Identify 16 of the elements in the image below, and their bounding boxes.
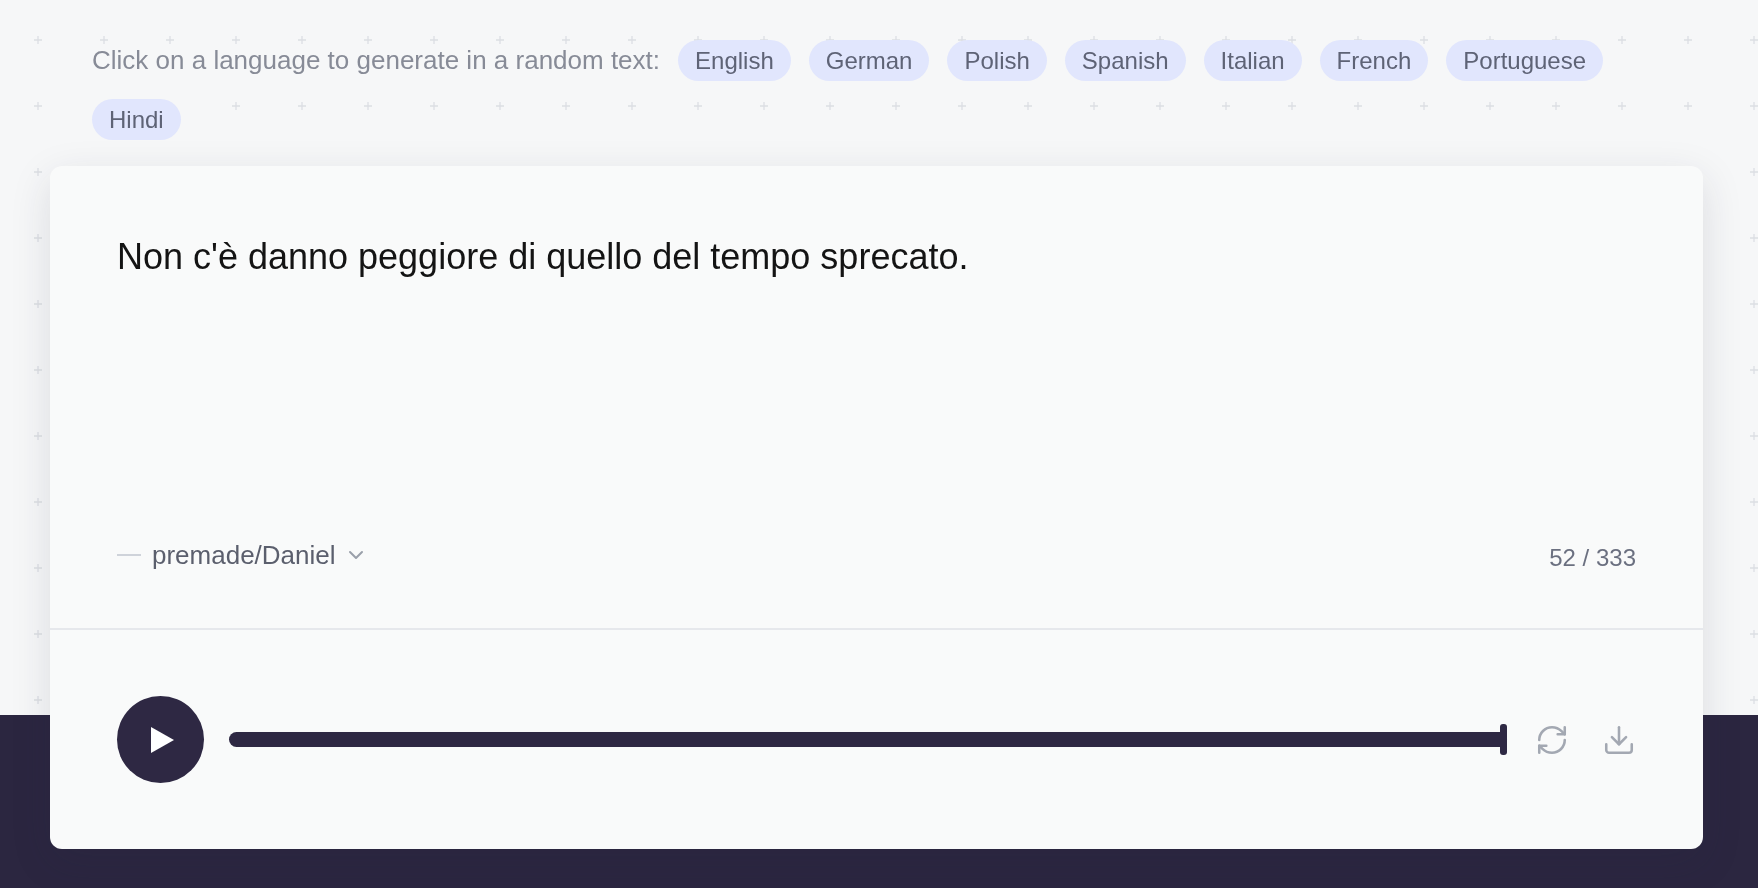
language-chip[interactable]: Portuguese: [1446, 40, 1604, 81]
language-chip[interactable]: Italian: [1203, 40, 1302, 81]
dash-icon: [117, 554, 141, 556]
language-chip[interactable]: Polish: [947, 40, 1047, 81]
language-chip[interactable]: Spanish: [1064, 40, 1186, 81]
character-count: 52 / 333: [1549, 543, 1636, 573]
play-icon: [151, 726, 174, 753]
language-chip[interactable]: Hindi: [92, 99, 181, 140]
language-chip[interactable]: English: [678, 40, 791, 81]
progress-thumb[interactable]: [1500, 724, 1507, 755]
progress-track[interactable]: [229, 724, 1507, 755]
language-chip[interactable]: German: [808, 40, 930, 81]
voice-select[interactable]: premade/Daniel: [117, 535, 368, 575]
language-chip[interactable]: French: [1319, 40, 1429, 81]
text-input-field[interactable]: Non c'è danno peggiore di quello del tempo sprecato.: [117, 234, 1636, 535]
language-prompt: Click on a language to generate in a random text:: [92, 44, 661, 77]
